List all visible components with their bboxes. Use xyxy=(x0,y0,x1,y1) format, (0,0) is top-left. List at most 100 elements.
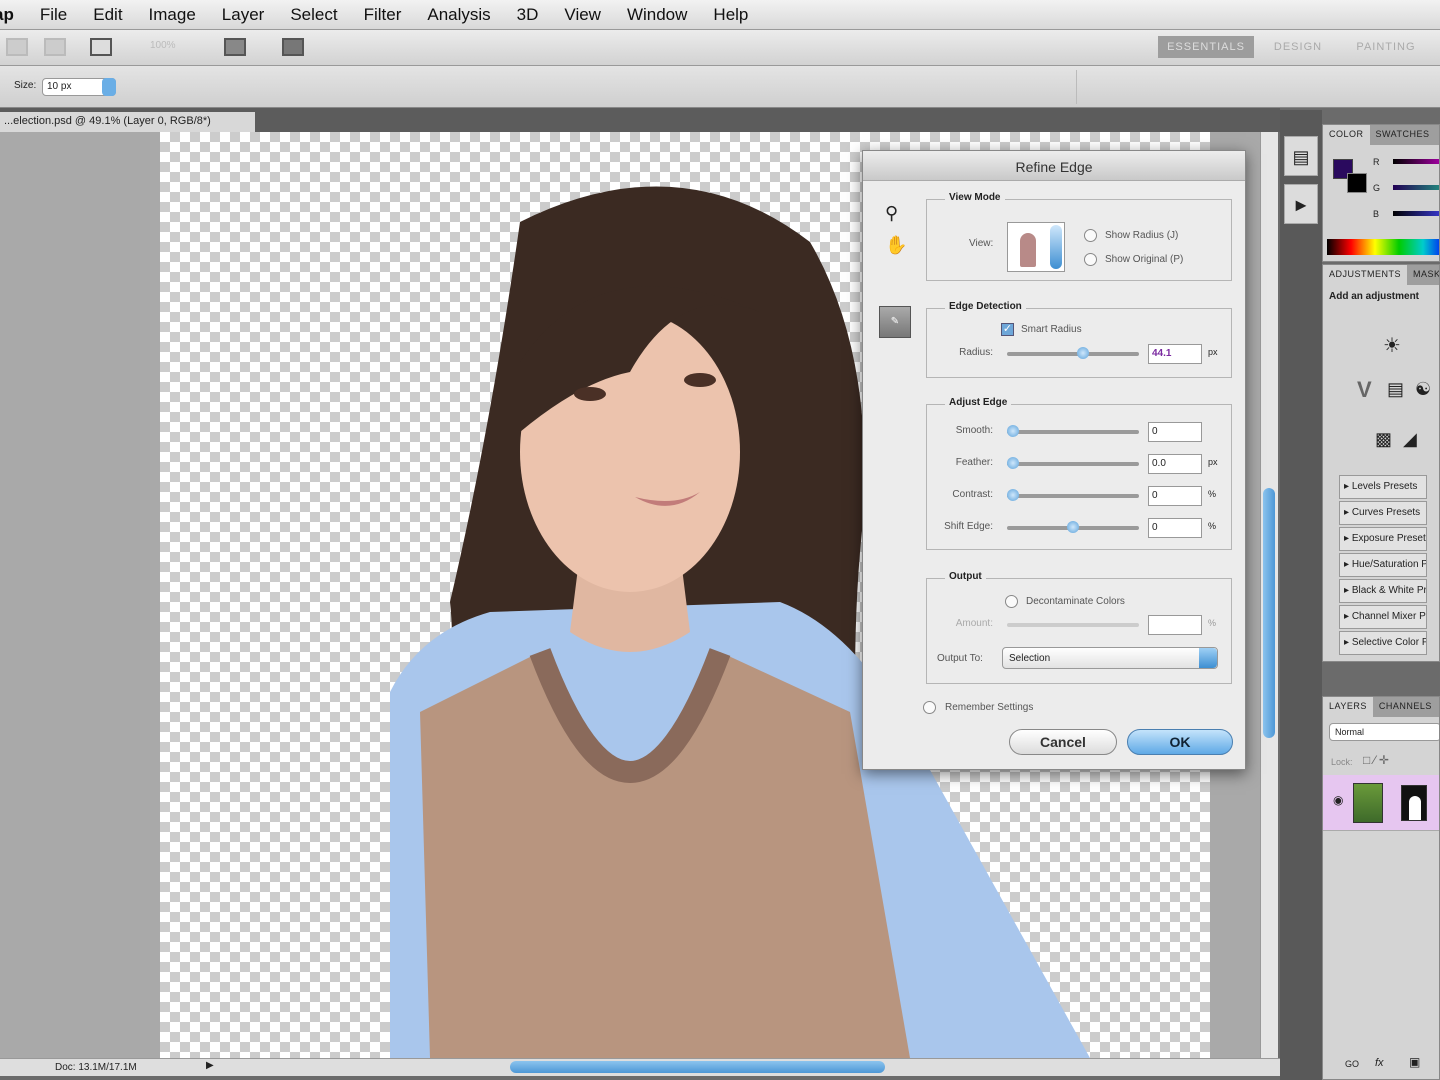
menu-help[interactable]: Help xyxy=(713,5,748,25)
vibrance-icon[interactable]: V xyxy=(1357,377,1372,403)
ok-button[interactable]: OK xyxy=(1127,729,1233,755)
menu-3d[interactable]: 3D xyxy=(517,5,539,25)
add-mask-icon[interactable]: ▣ xyxy=(1409,1055,1420,1069)
refine-radius-brush-icon[interactable]: ✎ xyxy=(879,306,911,338)
layer-row[interactable]: ◉ xyxy=(1323,775,1439,831)
screen-mode-icon[interactable] xyxy=(282,38,304,56)
menu-app[interactable]: ap xyxy=(0,5,14,25)
hand-tool-icon[interactable]: ✋ xyxy=(885,235,907,256)
preset-levels[interactable]: ▸ Levels Presets xyxy=(1339,475,1427,499)
preset-channel-mixer[interactable]: ▸ Channel Mixer Presets xyxy=(1339,605,1427,629)
tab-adjustments[interactable]: ADJUSTMENTS xyxy=(1323,265,1408,285)
view-thumbnail[interactable] xyxy=(1007,222,1065,272)
view-dropdown-arrow[interactable] xyxy=(1050,225,1062,269)
status-menu-arrow-icon[interactable]: ▶ xyxy=(206,1060,214,1071)
show-radius-checkbox[interactable] xyxy=(1084,229,1097,242)
b-slider[interactable] xyxy=(1393,211,1439,216)
shift-edge-slider[interactable] xyxy=(1007,521,1139,533)
output-to-select[interactable]: Selection xyxy=(1002,647,1218,669)
remember-settings-checkbox[interactable] xyxy=(923,701,936,714)
link-layers-icon[interactable]: GO xyxy=(1345,1059,1359,1069)
smart-radius-checkbox[interactable]: ✓ xyxy=(1001,323,1014,336)
visibility-eye-icon[interactable]: ◉ xyxy=(1333,793,1343,807)
output-label: Output xyxy=(945,571,986,582)
contrast-input[interactable]: 0 xyxy=(1148,486,1202,506)
color-balance-icon[interactable]: ☯ xyxy=(1415,379,1431,400)
actions-panel-icon[interactable]: ► xyxy=(1284,184,1318,224)
vertical-scroll-thumb[interactable] xyxy=(1263,488,1275,738)
tab-swatches[interactable]: SWATCHES xyxy=(1370,125,1436,145)
shift-edge-row: Shift Edge: 0 % xyxy=(927,518,1233,538)
output-group: Output Decontaminate Colors Amount: % Ou… xyxy=(926,571,1232,684)
r-slider[interactable] xyxy=(1393,159,1439,164)
menu-layer[interactable]: Layer xyxy=(222,5,265,25)
tab-masks[interactable]: MASKS xyxy=(1407,265,1439,285)
decontaminate-colors-checkbox[interactable] xyxy=(1005,595,1018,608)
cancel-button[interactable]: Cancel xyxy=(1009,729,1117,755)
preset-selective-color[interactable]: ▸ Selective Color Presets xyxy=(1339,631,1427,655)
menu-image[interactable]: Image xyxy=(149,5,196,25)
preset-black-white[interactable]: ▸ Black & White Presets xyxy=(1339,579,1427,603)
tab-color[interactable]: COLOR xyxy=(1323,125,1370,145)
lock-label: Lock: xyxy=(1331,757,1353,767)
gradient-map-icon[interactable]: ◢ xyxy=(1403,429,1417,450)
bridge-icon[interactable] xyxy=(6,38,28,56)
contrast-slider[interactable] xyxy=(1007,489,1139,501)
radius-label: Radius: xyxy=(959,347,993,358)
horizontal-scroll-thumb[interactable] xyxy=(510,1061,885,1073)
size-label: Size: xyxy=(14,80,37,91)
g-slider[interactable] xyxy=(1393,185,1439,190)
brightness-contrast-icon[interactable]: ☀ xyxy=(1383,333,1401,358)
lock-icons[interactable]: □ ⁄ ✛ xyxy=(1363,753,1389,767)
feather-input[interactable]: 0.0 xyxy=(1148,454,1202,474)
zoom-level[interactable]: 100% xyxy=(150,40,176,51)
contrast-slider-knob[interactable] xyxy=(1007,489,1019,501)
menu-analysis[interactable]: Analysis xyxy=(427,5,490,25)
shift-edge-slider-knob[interactable] xyxy=(1067,521,1079,533)
pasteboard-left xyxy=(0,132,160,1058)
feather-slider[interactable] xyxy=(1007,457,1139,469)
blend-mode-select[interactable]: Normal xyxy=(1329,723,1439,741)
menu-select[interactable]: Select xyxy=(290,5,337,25)
radius-slider-knob[interactable] xyxy=(1076,347,1089,359)
preset-curves[interactable]: ▸ Curves Presets xyxy=(1339,501,1427,525)
remember-settings-label: Remember Settings xyxy=(945,702,1034,713)
preset-hue-saturation[interactable]: ▸ Hue/Saturation Presets xyxy=(1339,553,1427,577)
tab-layers[interactable]: LAYERS xyxy=(1323,697,1373,717)
fx-icon[interactable]: fx xyxy=(1375,1057,1384,1069)
menu-filter[interactable]: Filter xyxy=(364,5,402,25)
zoom-tool-icon[interactable]: ⚲ xyxy=(885,203,898,224)
size-stepper[interactable] xyxy=(102,78,116,96)
arrange-documents-icon[interactable] xyxy=(224,38,246,56)
feather-slider-knob[interactable] xyxy=(1007,457,1019,469)
radius-input[interactable]: 44.1 xyxy=(1148,344,1202,364)
color-ramp[interactable] xyxy=(1327,239,1439,255)
size-value: 10 px xyxy=(47,81,72,92)
view-extras-icon[interactable] xyxy=(90,38,112,56)
workspace-essentials[interactable]: ESSENTIALS xyxy=(1158,36,1254,58)
menu-edit[interactable]: Edit xyxy=(93,5,122,25)
smooth-input[interactable]: 0 xyxy=(1148,422,1202,442)
mini-bridge-icon[interactable] xyxy=(44,38,66,56)
workspace-painting[interactable]: PAINTING xyxy=(1344,36,1428,58)
show-original-checkbox[interactable] xyxy=(1084,253,1097,266)
document-tab[interactable]: ...election.psd @ 49.1% (Layer 0, RGB/8*… xyxy=(0,112,255,132)
history-panel-icon[interactable]: ▤ xyxy=(1284,136,1318,176)
preset-exposure[interactable]: ▸ Exposure Presets xyxy=(1339,527,1427,551)
photo-filter-icon[interactable]: ▩ xyxy=(1375,429,1392,450)
workspace-design[interactable]: DESIGN xyxy=(1266,36,1330,58)
shift-edge-input[interactable]: 0 xyxy=(1148,518,1202,538)
smooth-slider[interactable] xyxy=(1007,425,1139,437)
background-color-swatch[interactable] xyxy=(1347,173,1367,193)
menu-view[interactable]: View xyxy=(564,5,601,25)
layer-mask-thumbnail[interactable] xyxy=(1401,785,1427,821)
smooth-slider-knob[interactable] xyxy=(1007,425,1019,437)
menu-file[interactable]: File xyxy=(40,5,67,25)
edge-detection-label: Edge Detection xyxy=(945,301,1026,312)
menu-window[interactable]: Window xyxy=(627,5,687,25)
hue-saturation-icon[interactable]: ▤ xyxy=(1387,379,1404,400)
tab-channels[interactable]: CHANNELS xyxy=(1373,697,1438,717)
adjustments-subtitle: Add an adjustment xyxy=(1329,291,1420,302)
radius-slider[interactable] xyxy=(1007,347,1139,359)
feather-unit: px xyxy=(1208,457,1218,467)
